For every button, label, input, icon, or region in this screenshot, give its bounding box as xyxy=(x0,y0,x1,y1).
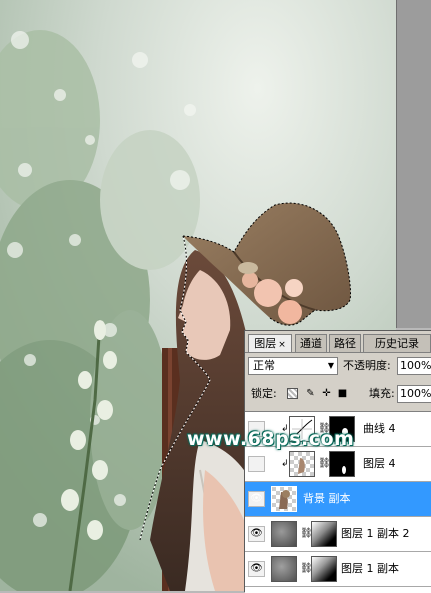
tab-layers-label: 图层 xyxy=(254,337,277,350)
clip-arrow-icon: ↲ xyxy=(281,459,289,469)
layer-thumb[interactable] xyxy=(289,451,315,477)
tab-paths[interactable]: 路径 xyxy=(329,334,361,352)
canvas-gutter xyxy=(396,0,431,328)
fill-input[interactable]: 100% xyxy=(397,385,431,403)
layer-thumb[interactable] xyxy=(271,556,297,582)
layer-mask-thumb[interactable] xyxy=(311,556,337,582)
fill-label: 填充: xyxy=(369,387,395,400)
close-icon[interactable]: × xyxy=(278,340,286,350)
tab-divider xyxy=(245,352,431,353)
layer-row-background-copy[interactable]: 👁 背景 副本 xyxy=(245,482,431,517)
visibility-toggle[interactable] xyxy=(248,456,265,472)
tab-channels[interactable]: 通道 xyxy=(295,334,327,352)
tab-channels-label: 通道 xyxy=(300,337,322,350)
layer-thumb[interactable] xyxy=(271,521,297,547)
dropdown-arrow-icon: ▼ xyxy=(327,361,334,370)
tab-history[interactable]: 历史记录 xyxy=(363,334,431,352)
lock-label: 锁定: xyxy=(251,387,277,400)
layer-name: 背景 副本 xyxy=(303,492,351,505)
lock-row: 锁定: ✎ ✛ ■ 填充: 100% xyxy=(245,385,431,407)
layer-name: 图层 4 xyxy=(363,457,396,470)
layer-row-layer-4[interactable]: ↲ ⛓ 图层 4 xyxy=(245,447,431,482)
tab-history-label: 历史记录 xyxy=(375,337,419,350)
layer-row-layer-1-copy[interactable]: 👁 ⛓ 图层 1 副本 xyxy=(245,552,431,587)
eye-icon[interactable]: 👁 xyxy=(248,491,265,507)
layer-mask-thumb[interactable] xyxy=(329,451,355,477)
tab-paths-label: 路径 xyxy=(334,337,356,350)
lock-transparent-icon[interactable] xyxy=(287,388,298,399)
fill-value: 100% xyxy=(400,387,431,400)
lock-all-icon[interactable]: ■ xyxy=(337,388,348,399)
layer-name: 图层 1 副本 2 xyxy=(341,527,410,540)
eye-icon[interactable]: 👁 xyxy=(248,561,265,577)
blend-mode-select[interactable]: 正常 ▼ xyxy=(248,357,338,375)
watermark-text: www.68ps.com xyxy=(187,428,355,450)
opacity-label: 不透明度: xyxy=(343,359,391,372)
tab-layers[interactable]: 图层 × xyxy=(248,334,292,353)
layers-panel: 图层 × 通道 路径 历史记录 正常 ▼ 不透明度: 100% 锁定: ✎ ✛ ■… xyxy=(244,330,431,593)
layer-name: 图层 1 副本 xyxy=(341,562,399,575)
lock-move-icon[interactable]: ✛ xyxy=(321,388,332,399)
eye-icon[interactable]: 👁 xyxy=(248,526,265,542)
layer-thumb[interactable] xyxy=(271,486,297,512)
blend-mode-value: 正常 xyxy=(253,359,275,372)
blend-row: 正常 ▼ 不透明度: 100% xyxy=(245,357,431,379)
opacity-value: 100% xyxy=(400,359,431,372)
lock-brush-icon[interactable]: ✎ xyxy=(305,388,316,399)
layer-name: 曲线 4 xyxy=(363,422,396,435)
layer-mask-thumb[interactable] xyxy=(311,521,337,547)
opacity-input[interactable]: 100% xyxy=(397,357,431,375)
panel-tabs: 图层 × 通道 路径 历史记录 xyxy=(245,334,431,353)
layer-row-layer-1-copy-2[interactable]: 👁 ⛓ 图层 1 副本 2 xyxy=(245,517,431,552)
